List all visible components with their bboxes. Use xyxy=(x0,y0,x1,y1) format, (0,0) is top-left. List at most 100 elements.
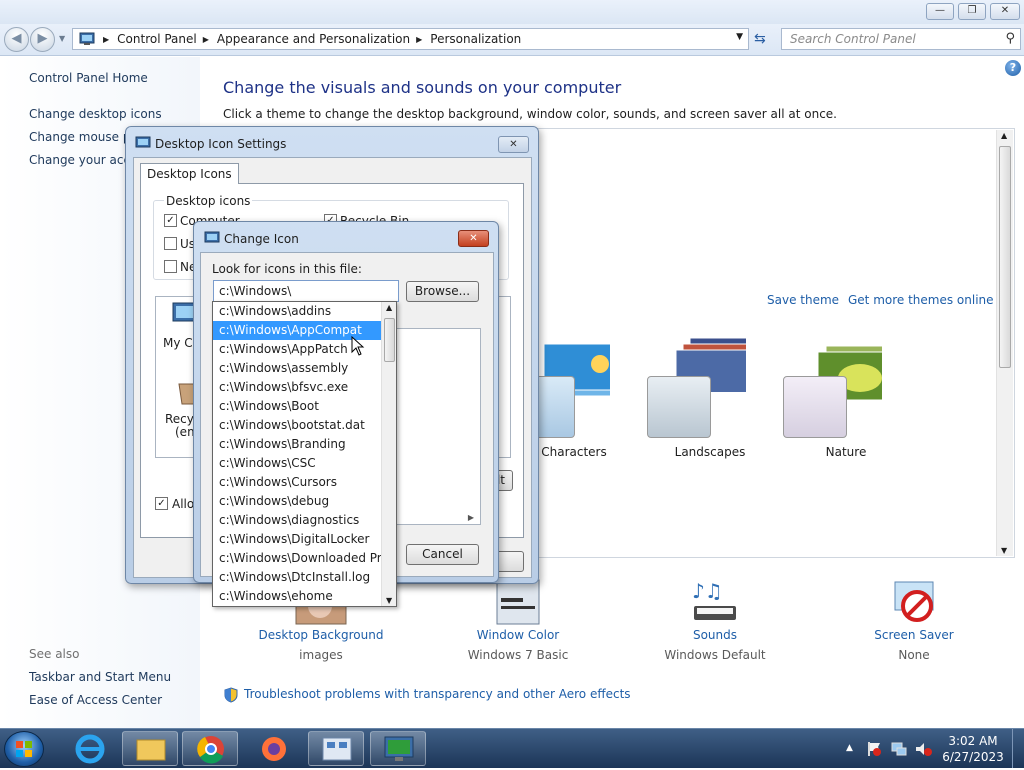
users-files-checkbox[interactable] xyxy=(164,237,177,250)
sidebar-ease-of-access[interactable]: Ease of Access Center xyxy=(29,693,162,707)
taskbar-control-panel[interactable] xyxy=(308,731,364,766)
recent-pages-icon[interactable]: ▼ xyxy=(59,34,65,43)
path-autocomplete-list[interactable]: c:\Windows\addins c:\Windows\AppCompat c:\… xyxy=(212,301,397,607)
close-button[interactable]: ✕ xyxy=(990,3,1020,20)
window-titlebar: — ❐ ✕ xyxy=(0,0,1024,24)
autocomplete-item[interactable]: c:\Windows\ehome xyxy=(213,587,381,606)
search-icon[interactable]: ⚲ xyxy=(1005,29,1015,49)
svg-text:♪♫: ♪♫ xyxy=(692,579,723,603)
address-dropdown-icon[interactable]: ▼ xyxy=(736,32,743,42)
autocomplete-item[interactable]: c:\Windows\Boot xyxy=(213,397,381,416)
clock-time: 3:02 AM xyxy=(948,734,998,748)
autocomplete-item[interactable]: c:\Windows\Downloaded Prog xyxy=(213,549,381,568)
autocomplete-item[interactable]: c:\Windows\bootstat.dat xyxy=(213,416,381,435)
internet-explorer-icon xyxy=(75,734,105,764)
sidebar-change-mouse-pointers[interactable]: Change mouse po xyxy=(29,130,138,144)
scroll-down-icon[interactable]: ▼ xyxy=(1001,546,1007,555)
windows-logo-icon xyxy=(16,741,32,757)
allow-themes-checkbox[interactable]: ✓ xyxy=(155,497,168,510)
computer-checkbox[interactable]: ✓ xyxy=(164,214,177,227)
forward-button[interactable]: ▶ xyxy=(30,27,55,52)
firefox-icon xyxy=(262,737,286,761)
taskbar-explorer[interactable] xyxy=(122,731,178,766)
search-input[interactable]: Search Control Panel ⚲ xyxy=(781,28,1021,50)
network-checkbox[interactable] xyxy=(164,260,177,273)
close-button[interactable]: ✕ xyxy=(498,136,529,153)
look-for-icons-label: Look for icons in this file: xyxy=(212,262,362,276)
clock-date: 6/27/2023 xyxy=(942,750,1004,764)
show-desktop-button[interactable] xyxy=(1012,729,1024,768)
autocomplete-item[interactable]: c:\Windows\DtcInstall.log xyxy=(213,568,381,587)
autocomplete-item[interactable]: c:\Windows\addins xyxy=(213,302,381,321)
monitor-icon xyxy=(384,736,414,761)
sidebar-change-account-picture[interactable]: Change your acco xyxy=(29,153,137,167)
autocomplete-scrollbar[interactable]: ▲ ▼ xyxy=(381,302,396,606)
refresh-icon[interactable]: ⇆ xyxy=(754,31,766,47)
autocomplete-item[interactable]: c:\Windows\assembly xyxy=(213,359,381,378)
window-color-value: Windows 7 Basic xyxy=(467,648,569,662)
window-color-link[interactable]: Window Color xyxy=(438,628,598,642)
start-button[interactable] xyxy=(4,731,44,767)
scrollbar-thumb[interactable] xyxy=(384,318,395,362)
sidebar-control-panel-home[interactable]: Control Panel Home xyxy=(29,71,148,85)
scroll-up-icon[interactable]: ▲ xyxy=(386,303,392,312)
sidebar-taskbar-start-menu[interactable]: Taskbar and Start Menu xyxy=(29,670,171,684)
breadcrumb-personalization[interactable]: Personalization xyxy=(430,32,521,46)
scroll-up-icon[interactable]: ▲ xyxy=(1001,131,1007,140)
autocomplete-item[interactable]: c:\Windows\CSC xyxy=(213,454,381,473)
cancel-button[interactable]: Cancel xyxy=(406,544,479,565)
screen-saver-item[interactable]: Screen Saver None xyxy=(834,578,994,662)
taskbar-clock[interactable]: 3:02 AM 6/27/2023 xyxy=(940,733,1006,765)
taskbar-firefox[interactable] xyxy=(256,733,292,765)
theme-label: Nature xyxy=(825,445,867,459)
sounds-item[interactable]: ♪♫ Sounds Windows Default xyxy=(635,578,795,662)
autocomplete-item[interactable]: c:\Windows\bfsvc.exe xyxy=(213,378,381,397)
browse-button[interactable]: Browse... xyxy=(406,281,479,302)
icon-file-path-input[interactable]: c:\Windows\ xyxy=(213,280,399,302)
address-input[interactable]: ▶ Control Panel ▶ Appearance and Persona… xyxy=(72,28,749,50)
autocomplete-item[interactable]: c:\Windows\debug xyxy=(213,492,381,511)
volume-muted-icon[interactable] xyxy=(914,740,932,758)
page-subtitle: Click a theme to change the desktop back… xyxy=(223,107,837,121)
taskbar-personalization[interactable] xyxy=(370,731,426,766)
sidebar-change-desktop-icons[interactable]: Change desktop icons xyxy=(29,107,162,121)
breadcrumb-control-panel[interactable]: Control Panel xyxy=(117,32,197,46)
back-arrow-icon: ◀ xyxy=(11,31,22,46)
minimize-button[interactable]: — xyxy=(926,3,954,20)
theme-label: Landscapes xyxy=(674,445,746,459)
scroll-right-icon[interactable]: ▶ xyxy=(468,513,474,522)
get-more-themes-link[interactable]: Get more themes online xyxy=(848,293,994,307)
scrollbar-thumb[interactable] xyxy=(999,146,1011,368)
change-icon-dialog-icon xyxy=(204,231,220,243)
troubleshoot-link[interactable]: Troubleshoot problems with transparency … xyxy=(244,687,631,701)
close-button[interactable]: ✕ xyxy=(458,230,489,247)
back-button[interactable]: ◀ xyxy=(4,27,29,52)
maximize-button[interactable]: ❐ xyxy=(958,3,986,20)
breadcrumb-separator-icon: ▶ xyxy=(416,34,423,44)
group-label: Desktop icons xyxy=(164,194,253,208)
help-icon[interactable]: ? xyxy=(1005,60,1021,76)
action-center-flag-icon[interactable] xyxy=(866,740,882,758)
desktop-background-link[interactable]: Desktop Background xyxy=(241,628,401,642)
theme-list-scrollbar[interactable]: ▲ ▼ xyxy=(996,130,1013,556)
taskbar-chrome[interactable] xyxy=(182,731,238,766)
tab-desktop-icons[interactable]: Desktop Icons xyxy=(140,163,239,184)
breadcrumb-appearance[interactable]: Appearance and Personalization xyxy=(217,32,410,46)
save-theme-link[interactable]: Save theme xyxy=(767,293,839,307)
network-icon[interactable] xyxy=(890,740,908,758)
show-hidden-icons-icon[interactable]: ▲ xyxy=(846,743,853,753)
taskbar-ie[interactable] xyxy=(72,733,108,765)
autocomplete-item[interactable]: c:\Windows\Cursors xyxy=(213,473,381,492)
sounds-link[interactable]: Sounds xyxy=(635,628,795,642)
window-color-icon xyxy=(496,579,540,625)
screen-saver-icon xyxy=(894,581,934,622)
window-color-item[interactable]: Window Color Windows 7 Basic xyxy=(438,578,598,662)
screen-saver-link[interactable]: Screen Saver xyxy=(834,628,994,642)
breadcrumb-separator-icon: ▶ xyxy=(202,34,209,44)
autocomplete-item[interactable]: c:\Windows\Branding xyxy=(213,435,381,454)
autocomplete-item[interactable]: c:\Windows\DigitalLocker xyxy=(213,530,381,549)
breadcrumb-separator-icon: ▶ xyxy=(103,34,110,44)
scroll-down-icon[interactable]: ▼ xyxy=(386,596,392,605)
desktop-icon-settings-icon xyxy=(135,136,151,148)
autocomplete-item[interactable]: c:\Windows\diagnostics xyxy=(213,511,381,530)
